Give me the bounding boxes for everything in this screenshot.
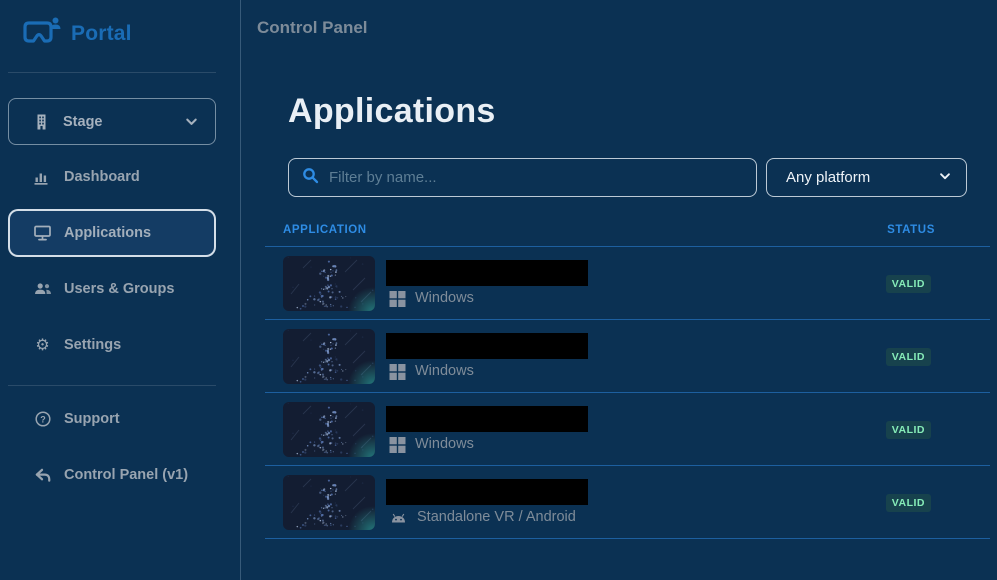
sidebar-item-label: Control Panel (v1)	[64, 467, 188, 483]
app-name-redacted	[386, 479, 588, 505]
chevron-down-icon	[938, 169, 952, 187]
sidebar-item-users-groups[interactable]: Users & Groups	[8, 265, 216, 313]
table-body: Windows VALID Windows VALID Windows	[265, 247, 990, 539]
status-cell: VALID	[886, 420, 990, 439]
chevron-down-icon	[184, 114, 199, 129]
sidebar: Portal Stage	[0, 0, 241, 580]
logo[interactable]: Portal	[0, 12, 240, 66]
column-header-application: APPLICATION	[283, 224, 367, 236]
windows-icon	[389, 436, 406, 453]
sidebar-item-label: Applications	[64, 225, 151, 241]
status-badge: VALID	[886, 494, 931, 512]
platform-label: Windows	[415, 363, 474, 379]
breadcrumb: Control Panel	[257, 18, 368, 38]
filter-by-name-input[interactable]	[329, 169, 744, 186]
sidebar-divider-bottom	[8, 385, 216, 386]
app-info: Windows	[386, 333, 588, 380]
table-header: APPLICATION STATUS	[265, 224, 990, 247]
app-thumbnail	[283, 329, 375, 384]
status-badge: VALID	[886, 421, 931, 439]
page-title: Applications	[288, 92, 990, 131]
platform-label: Standalone VR / Android	[417, 509, 576, 525]
app-thumbnail	[283, 256, 375, 311]
stage-selector-label: Stage	[63, 114, 103, 130]
vr-headset-person-icon	[22, 16, 62, 52]
sidebar-item-label: Support	[64, 411, 120, 427]
status-cell: VALID	[886, 493, 990, 512]
platform-line: Standalone VR / Android	[389, 509, 588, 525]
app-info: Windows	[386, 260, 588, 307]
platform-line: Windows	[389, 363, 588, 380]
table-row[interactable]: Windows VALID	[265, 247, 990, 320]
help-circle-icon: ?	[33, 411, 52, 427]
platform-label: Windows	[415, 436, 474, 452]
topbar: Control Panel	[241, 0, 997, 56]
app-thumbnail	[283, 402, 375, 457]
column-header-status: STATUS	[887, 224, 935, 236]
app-name-redacted	[386, 406, 588, 432]
status-cell: VALID	[886, 347, 990, 366]
main-area: Control Panel Applications Any platform	[241, 0, 997, 580]
logo-text: Portal	[71, 22, 132, 46]
windows-icon	[389, 290, 406, 307]
windows-icon	[389, 363, 406, 380]
sidebar-item-applications[interactable]: Applications	[8, 209, 216, 257]
sidebar-item-label: Settings	[64, 337, 121, 353]
platform-label: Windows	[415, 290, 474, 306]
status-badge: VALID	[886, 275, 931, 293]
sidebar-item-control-panel-v1[interactable]: Control Panel (v1)	[8, 451, 216, 499]
app-info: Windows	[386, 406, 588, 453]
app-window: Portal Stage	[0, 0, 997, 580]
gear-icon: ⚙	[33, 337, 52, 353]
sidebar-item-label: Dashboard	[64, 169, 140, 185]
app-info: Standalone VR / Android	[386, 479, 588, 525]
sidebar-nav: Dashboard Applications	[0, 153, 240, 369]
platform-select-value: Any platform	[786, 169, 870, 186]
app-name-redacted	[386, 333, 588, 359]
platform-line: Windows	[389, 436, 588, 453]
building-icon	[32, 114, 51, 130]
app-thumbnail	[283, 475, 375, 530]
content: Applications Any platform	[241, 56, 997, 539]
table-row[interactable]: Windows VALID	[265, 393, 990, 466]
back-arrow-icon	[33, 468, 52, 483]
monitor-icon	[33, 225, 52, 241]
table-row[interactable]: Standalone VR / Android VALID	[265, 466, 990, 539]
svg-text:?: ?	[40, 414, 46, 424]
filter-row: Any platform	[288, 158, 967, 197]
users-icon	[33, 282, 52, 296]
sidebar-item-support[interactable]: ? Support	[8, 395, 216, 443]
sidebar-item-label: Users & Groups	[64, 281, 174, 297]
sidebar-item-settings[interactable]: ⚙ Settings	[8, 321, 216, 369]
bar-chart-icon	[33, 170, 52, 185]
stage-selector[interactable]: Stage	[8, 98, 216, 145]
sidebar-divider-top	[8, 72, 216, 73]
platform-line: Windows	[389, 290, 588, 307]
status-badge: VALID	[886, 348, 931, 366]
filter-input-wrap	[288, 158, 757, 197]
app-name-redacted	[386, 260, 588, 286]
sidebar-item-dashboard[interactable]: Dashboard	[8, 153, 216, 201]
table-row[interactable]: Windows VALID	[265, 320, 990, 393]
applications-table: APPLICATION STATUS Windows VALID Windows	[265, 224, 990, 539]
status-cell: VALID	[886, 274, 990, 293]
search-icon	[302, 167, 319, 189]
platform-select[interactable]: Any platform	[766, 158, 967, 197]
android-icon	[389, 511, 408, 524]
